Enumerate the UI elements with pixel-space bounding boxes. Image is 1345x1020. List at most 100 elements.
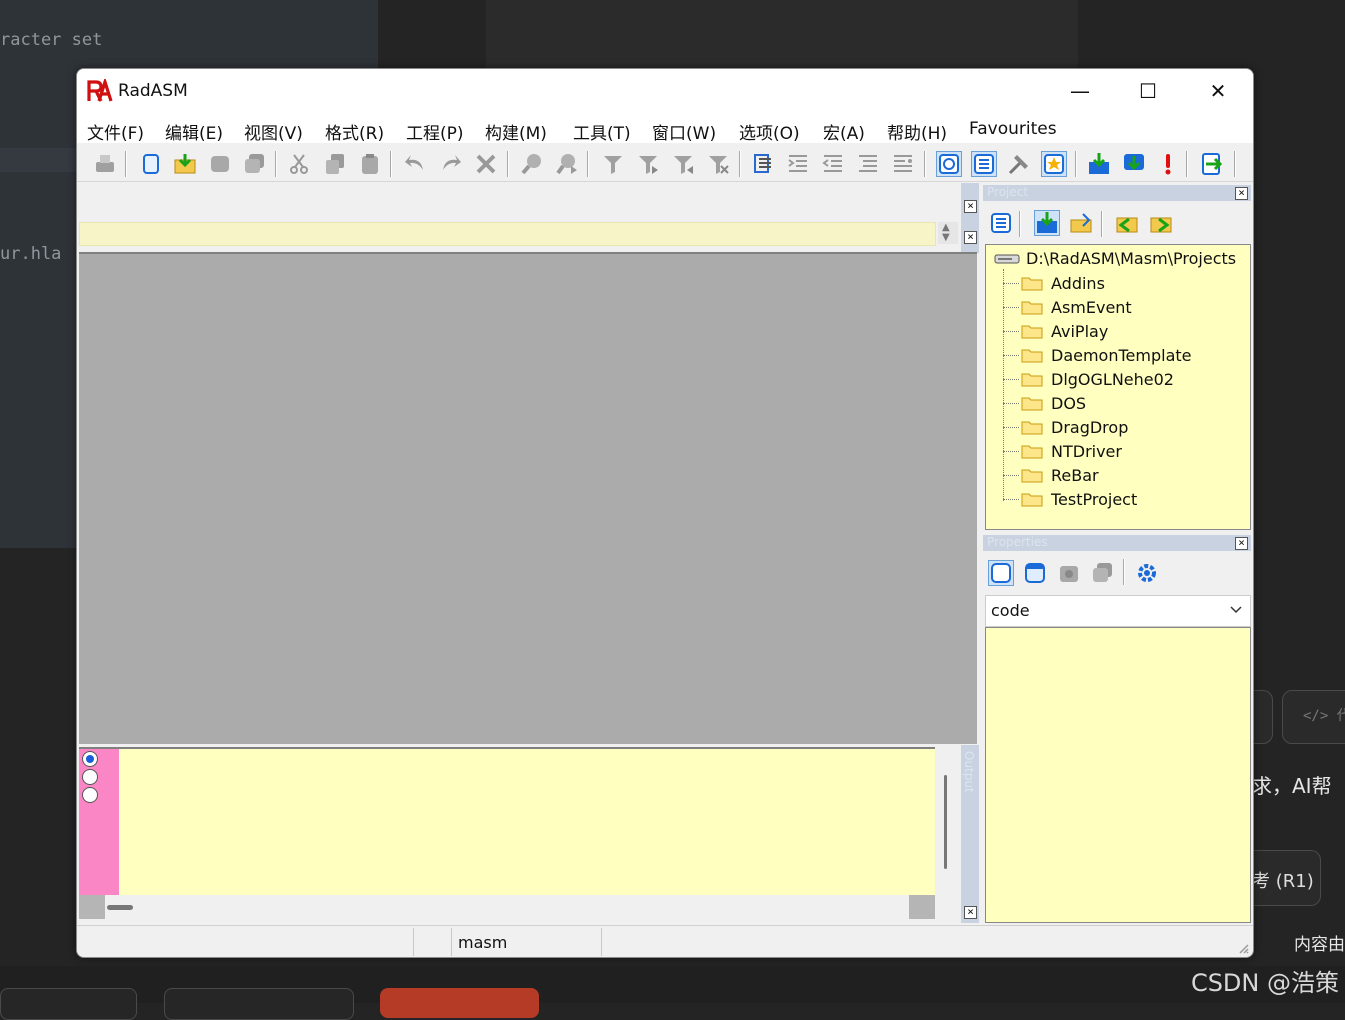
properties-type-select[interactable]: code <box>985 595 1251 627</box>
folder-icon <box>1021 373 1043 387</box>
output-pane[interactable] <box>79 747 935 897</box>
open-file-icon[interactable] <box>173 152 197 176</box>
bookmark-toggle-icon[interactable] <box>601 152 625 176</box>
uncomment-icon[interactable] <box>891 152 915 176</box>
menu-options[interactable]: 选项(O) <box>739 119 800 144</box>
folder-icon <box>1021 301 1043 315</box>
maximize-button[interactable]: ☐ <box>1113 69 1183 113</box>
folder-back-icon[interactable] <box>1115 211 1139 235</box>
status-assembler: masm <box>458 933 508 952</box>
undo-icon[interactable] <box>403 152 427 176</box>
output-radio-3[interactable] <box>82 787 98 803</box>
prop-code-icon[interactable] <box>988 560 1014 586</box>
menu-file[interactable]: 文件(F) <box>87 119 144 144</box>
tree-root[interactable]: D:\RadASM\Masm\Projects <box>994 249 1236 268</box>
folder-icon <box>1021 421 1043 435</box>
menu-view[interactable]: 视图(V) <box>244 119 303 144</box>
indent-icon[interactable] <box>786 152 810 176</box>
project-add-icon[interactable] <box>1034 210 1060 236</box>
tree-item[interactable]: NTDriver <box>1003 439 1122 463</box>
refresh-gear-icon[interactable] <box>1135 561 1159 585</box>
outdent-icon[interactable] <box>821 152 845 176</box>
tree-item[interactable]: DlgOGLNehe02 <box>1003 367 1174 391</box>
menu-format[interactable]: 格式(R) <box>325 119 384 144</box>
close-icon[interactable]: × <box>964 906 977 919</box>
properties-view-icon[interactable] <box>971 151 997 177</box>
project-panel-header[interactable]: Project × <box>983 185 1251 201</box>
resize-grip-icon[interactable] <box>1237 942 1249 954</box>
properties-panel-header[interactable]: Properties × <box>983 535 1251 551</box>
menu-edit[interactable]: 编辑(E) <box>165 119 223 144</box>
menu-tools[interactable]: 工具(T) <box>573 119 631 144</box>
close-button[interactable]: ✕ <box>1183 69 1253 113</box>
run-icon[interactable] <box>1156 152 1180 176</box>
close-icon[interactable]: × <box>1235 537 1248 550</box>
build-icon[interactable] <box>1122 152 1146 176</box>
save-icon[interactable] <box>208 152 232 176</box>
menu-macro[interactable]: 宏(A) <box>823 119 865 144</box>
output-panel-strip: Output × <box>961 745 979 923</box>
menu-build[interactable]: 构建(M) <box>485 119 547 144</box>
assemble-icon[interactable] <box>1087 152 1111 176</box>
output-horizontal-scrollbar[interactable] <box>79 895 935 919</box>
background-text: 内容由 <box>1294 935 1345 955</box>
toolbox-icon[interactable] <box>1007 152 1031 176</box>
tree-item[interactable]: DOS <box>1003 391 1086 415</box>
tree-item[interactable]: DaemonTemplate <box>1003 343 1192 367</box>
delete-icon[interactable] <box>474 152 498 176</box>
paste-icon[interactable] <box>358 152 382 176</box>
output-radio-2[interactable] <box>82 769 98 785</box>
find-icon[interactable] <box>520 152 544 176</box>
minimize-button[interactable]: — <box>1045 69 1115 113</box>
title-bar[interactable]: RadASM — ☐ ✕ <box>77 69 1253 113</box>
tree-item[interactable]: Addins <box>1003 271 1105 295</box>
project-tree[interactable]: D:\RadASM\Masm\Projects Addins AsmEvent … <box>985 244 1251 530</box>
favourites-view-icon[interactable] <box>1041 151 1067 177</box>
tree-item[interactable]: ReBar <box>1003 463 1099 487</box>
cut-icon[interactable] <box>287 152 311 176</box>
window-title: RadASM <box>118 81 188 101</box>
menu-favourites[interactable]: Favourites <box>969 119 1057 139</box>
bookmark-clear-icon[interactable] <box>706 152 730 176</box>
editor-line-input[interactable] <box>79 222 936 246</box>
menu-help[interactable]: 帮助(H) <box>887 119 947 144</box>
project-list-icon[interactable] <box>989 211 1013 235</box>
block-icon[interactable] <box>751 152 775 176</box>
prop-dialog-icon[interactable] <box>1091 561 1115 585</box>
tree-item[interactable]: TestProject <box>1003 487 1137 511</box>
replace-icon[interactable] <box>555 152 579 176</box>
project-view-icon[interactable] <box>936 151 962 177</box>
print-icon[interactable] <box>93 152 117 176</box>
redo-icon[interactable] <box>439 152 463 176</box>
radasm-window: RadASM — ☐ ✕ 文件(F) 编辑(E) 视图(V) 格式(R) 工程(… <box>76 68 1254 958</box>
properties-list[interactable] <box>985 627 1251 923</box>
save-all-icon[interactable] <box>243 152 267 176</box>
folder-forward-icon[interactable] <box>1149 211 1173 235</box>
copy-icon[interactable] <box>323 152 347 176</box>
bookmark-next-icon[interactable] <box>636 152 660 176</box>
mini-scrollbar[interactable]: ▲ ▼ <box>938 222 958 244</box>
background-pill <box>164 988 354 1020</box>
prop-resource-icon[interactable] <box>1057 561 1081 585</box>
bookmark-prev-icon[interactable] <box>671 152 695 176</box>
comment-icon[interactable] <box>856 152 880 176</box>
tree-item[interactable]: AsmEvent <box>1003 295 1132 319</box>
status-cell-info <box>601 928 1252 956</box>
status-bar: masm <box>77 925 1253 957</box>
folder-icon <box>1021 277 1043 291</box>
new-file-icon[interactable] <box>139 152 163 176</box>
close-icon[interactable]: × <box>964 231 977 244</box>
go-icon[interactable] <box>1200 152 1224 176</box>
menu-project[interactable]: 工程(P) <box>406 119 464 144</box>
tree-item[interactable]: AviPlay <box>1003 319 1108 343</box>
mdi-client-area[interactable] <box>79 252 977 744</box>
menu-window[interactable]: 窗口(W) <box>652 119 716 144</box>
tree-item[interactable]: DragDrop <box>1003 415 1128 439</box>
prop-window-icon[interactable] <box>1023 561 1047 585</box>
close-icon[interactable]: × <box>1235 187 1248 200</box>
output-radio-1[interactable] <box>82 751 98 767</box>
close-icon[interactable]: × <box>964 200 977 213</box>
project-open-icon[interactable] <box>1069 211 1093 235</box>
output-vertical-scrollbar[interactable] <box>935 749 959 895</box>
background-panel <box>486 0 1078 68</box>
